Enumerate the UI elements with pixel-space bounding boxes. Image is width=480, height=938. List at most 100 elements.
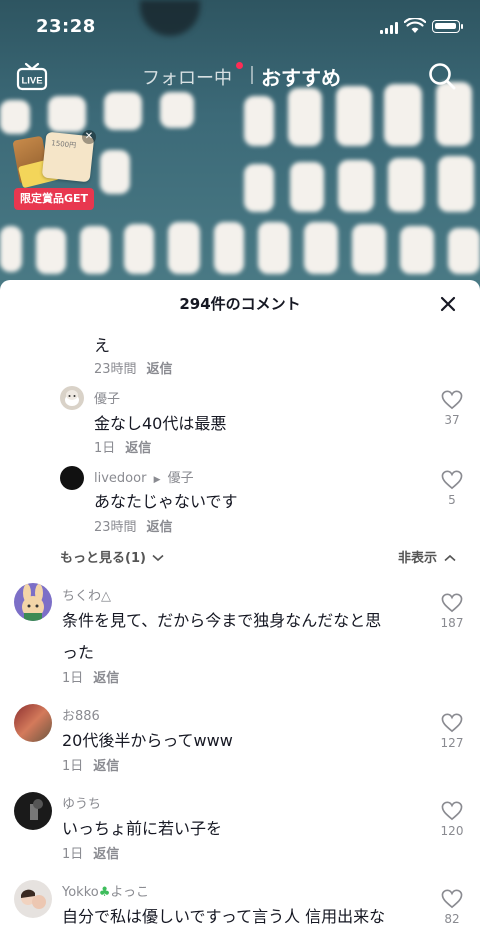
username[interactable]: Yokko♣よっこ xyxy=(62,881,149,900)
video-slot xyxy=(80,226,110,274)
video-slot xyxy=(104,92,142,130)
video-slot xyxy=(160,92,194,128)
tab-recommended[interactable]: おすすめ xyxy=(261,62,341,91)
video-slot xyxy=(290,162,324,212)
heart-icon xyxy=(441,801,463,821)
reply-to-username[interactable]: 優子 xyxy=(168,471,194,486)
heart-icon xyxy=(441,390,463,410)
comment-meta: 1日 返信 xyxy=(62,755,119,774)
like-button[interactable]: 5 xyxy=(432,470,472,507)
like-count: 120 xyxy=(440,824,464,838)
video-slot xyxy=(336,86,372,146)
reply-time: 23時間 xyxy=(94,362,137,377)
clover-icon: ♣ xyxy=(98,885,111,900)
status-time: 23:28 xyxy=(36,16,96,37)
hide-label: 非表示 xyxy=(398,551,438,566)
avatar[interactable] xyxy=(14,792,52,830)
like-count: 82 xyxy=(444,912,460,926)
like-count: 5 xyxy=(448,493,456,507)
comment-text: 20代後半からってwww xyxy=(62,731,233,750)
comment-meta: 1日 返信 xyxy=(62,667,119,686)
reply-time: 23時間 xyxy=(94,520,137,535)
tab-following[interactable]: フォロー中 xyxy=(142,64,232,90)
reply-button[interactable]: 返信 xyxy=(93,671,119,686)
like-button[interactable]: 82 xyxy=(432,889,472,926)
username[interactable]: ちくわ△ xyxy=(62,585,111,604)
video-slot xyxy=(100,150,130,194)
video-slot xyxy=(338,160,374,212)
comment-time: 1日 xyxy=(62,847,84,862)
avatar[interactable] xyxy=(14,583,52,621)
comments-title: 294件のコメント xyxy=(179,295,301,313)
video-slot xyxy=(124,224,154,274)
promo-close-icon[interactable]: ✕ xyxy=(82,130,96,144)
avatar[interactable] xyxy=(14,880,52,918)
reply-text: え xyxy=(94,336,111,355)
avatar[interactable] xyxy=(60,386,84,410)
live-label: LIVE xyxy=(21,76,42,87)
cellular-signal-icon xyxy=(380,22,398,34)
status-bar: 23:28 xyxy=(0,0,480,50)
username[interactable]: お886 xyxy=(62,705,100,724)
like-count: 37 xyxy=(444,413,460,427)
username[interactable]: 優子 xyxy=(94,388,120,407)
following-notification-dot xyxy=(236,62,243,69)
video-slot xyxy=(352,224,386,274)
like-count: 187 xyxy=(440,616,464,630)
comment-text: 条件を見て、だから今まで独身なんだなと思 xyxy=(62,611,382,630)
video-slot xyxy=(388,158,424,212)
comments-sheet: 294件のコメント え 23時間 返信 優子 金なし40代は最悪 1日 返信 37 … xyxy=(0,280,480,938)
video-slot xyxy=(244,96,274,146)
show-more-label: もっと見る(1) xyxy=(60,551,146,566)
reply-button[interactable]: 返信 xyxy=(93,759,119,774)
promo-widget[interactable]: 1500円 ✕ 限定賞品GET xyxy=(12,130,96,214)
like-button[interactable]: 37 xyxy=(432,390,472,427)
video-slot xyxy=(384,84,422,146)
promo-card-text: 1500円 xyxy=(50,139,77,150)
avatar[interactable] xyxy=(14,704,52,742)
close-icon[interactable] xyxy=(436,292,460,316)
heart-icon xyxy=(441,470,463,490)
comment-time: 1日 xyxy=(62,759,84,774)
promo-badge[interactable]: 限定賞品GET xyxy=(14,188,94,210)
wifi-icon xyxy=(404,18,426,33)
tab-divider xyxy=(251,66,253,84)
video-slot xyxy=(438,156,474,212)
reply-arrow-icon: ▶ xyxy=(153,475,161,485)
reply-text: あなたじゃないです xyxy=(94,492,238,511)
username-suffix: よっこ xyxy=(110,885,149,900)
search-icon[interactable] xyxy=(428,62,456,90)
comment-time: 1日 xyxy=(62,671,84,686)
video-slot xyxy=(0,100,30,134)
video-slot xyxy=(436,82,472,146)
avatar[interactable] xyxy=(60,466,84,490)
heart-icon xyxy=(441,593,463,613)
username-livedoor[interactable]: livedoor xyxy=(94,471,146,486)
video-slot xyxy=(0,226,22,272)
heart-icon xyxy=(441,713,463,733)
reply-button[interactable]: 返信 xyxy=(93,847,119,862)
like-count: 127 xyxy=(440,736,464,750)
reply-button[interactable]: 返信 xyxy=(147,520,173,535)
comment-text: 自分で私は優しいですって言う人 信用出来な xyxy=(62,907,386,926)
comment-text-continued: った xyxy=(62,643,95,662)
video-slot xyxy=(304,222,338,274)
like-button[interactable]: 127 xyxy=(432,713,472,750)
comment-meta: 1日 返信 xyxy=(62,843,119,862)
video-slot xyxy=(258,222,290,274)
heart-icon xyxy=(441,889,463,909)
show-more-replies[interactable]: もっと見る(1) xyxy=(60,547,165,566)
reply-button[interactable]: 返信 xyxy=(125,441,151,456)
reply-meta: 23時間 返信 xyxy=(94,358,173,377)
live-icon[interactable]: LIVE xyxy=(16,60,48,92)
hide-replies[interactable]: 非表示 xyxy=(398,547,456,566)
like-button[interactable]: 187 xyxy=(432,593,472,630)
username-prefix: Yokko xyxy=(62,885,99,900)
reply-button[interactable]: 返信 xyxy=(147,362,173,377)
video-slot xyxy=(48,96,86,132)
video-slot xyxy=(36,228,66,274)
reply-text: 金なし40代は最悪 xyxy=(94,414,227,433)
username[interactable]: ゆうち xyxy=(62,793,101,812)
video-slot xyxy=(448,228,480,274)
like-button[interactable]: 120 xyxy=(432,801,472,838)
